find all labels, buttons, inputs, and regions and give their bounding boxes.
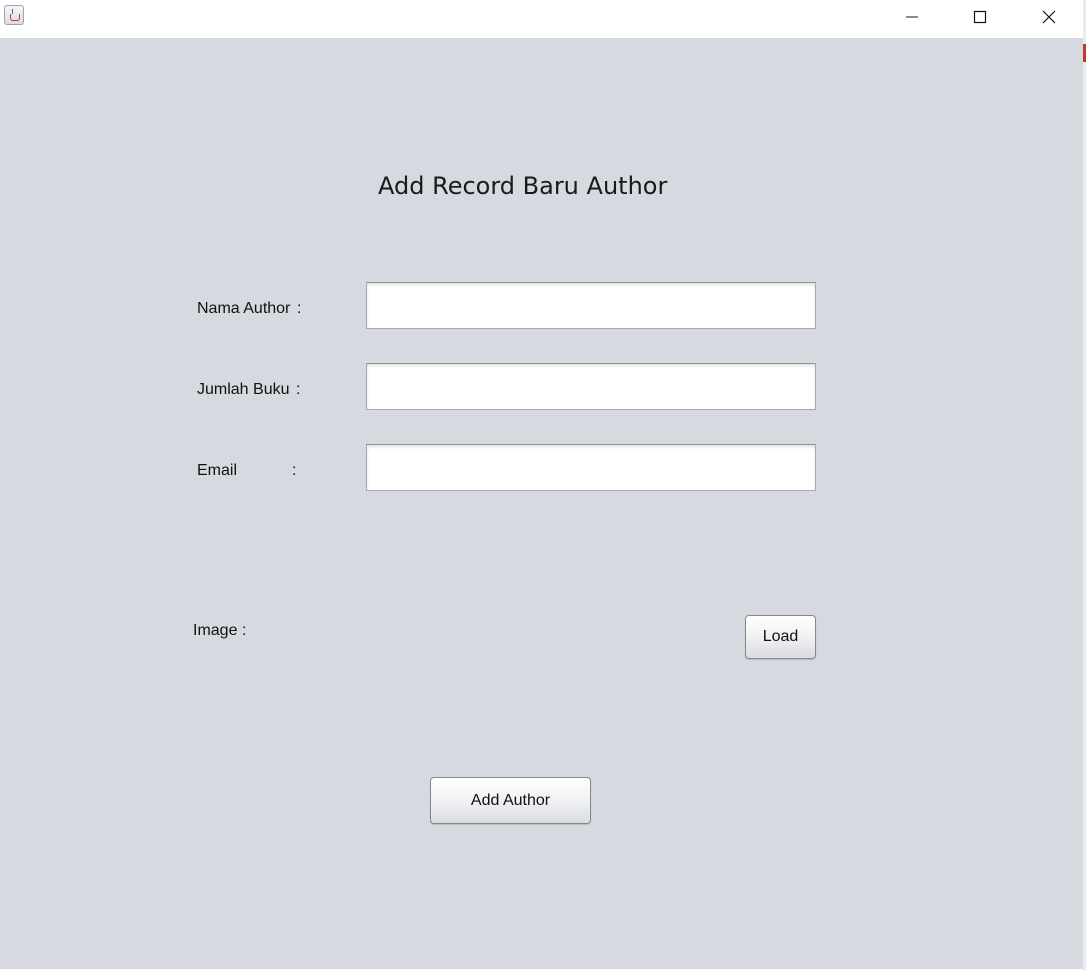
page-title: Add Record Baru Author: [378, 172, 668, 200]
jumlah-buku-field[interactable]: [366, 363, 816, 410]
email-colon: :: [292, 462, 297, 479]
email-field[interactable]: [366, 444, 816, 491]
jumlah-buku-colon: :: [296, 381, 301, 398]
email-input[interactable]: [367, 445, 815, 490]
close-button[interactable]: [1015, 0, 1083, 34]
minimize-button[interactable]: [878, 0, 946, 34]
load-button[interactable]: Load: [745, 615, 816, 659]
nama-author-field[interactable]: [366, 282, 816, 329]
minimize-icon: [906, 16, 918, 18]
add-author-button[interactable]: Add Author: [430, 777, 591, 824]
jumlah-buku-label: Jumlah Buku: [197, 381, 290, 398]
image-label: Image: [193, 622, 238, 639]
title-bar: [0, 0, 1083, 38]
jumlah-buku-input[interactable]: [367, 364, 815, 409]
nama-author-input[interactable]: [367, 283, 815, 328]
maximize-icon: [973, 10, 987, 24]
maximize-button[interactable]: [946, 0, 1014, 34]
nama-author-colon: :: [297, 300, 302, 317]
nama-author-label: Nama Author: [197, 300, 291, 317]
image-colon: :: [242, 622, 247, 639]
email-label: Email: [197, 462, 238, 479]
form-panel: Add Record Baru Author Nama Author : Jum…: [0, 38, 1083, 969]
java-coffee-cup-icon[interactable]: [4, 5, 24, 25]
close-icon: [1042, 10, 1056, 24]
